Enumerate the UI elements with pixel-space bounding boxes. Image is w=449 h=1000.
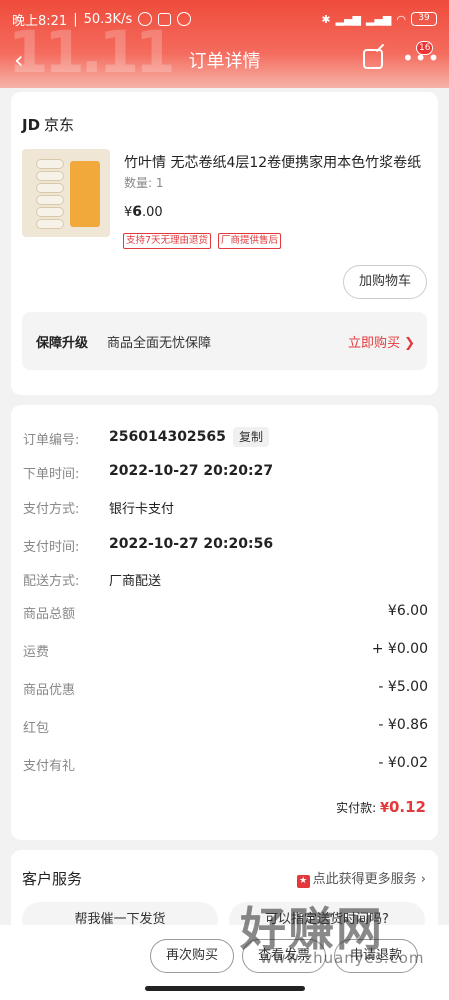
payment-method-value: 银行卡支付 bbox=[109, 502, 175, 517]
shop-label: 京东 bbox=[44, 116, 75, 134]
tag-return-policy: 支持7天无理由退货 bbox=[123, 233, 212, 249]
delivery-method-value: 厂商配送 bbox=[109, 574, 162, 589]
amount-label: 商品总额 bbox=[23, 607, 76, 622]
buy-again-button[interactable]: 再次购买 bbox=[150, 939, 234, 973]
product-name[interactable]: 竹叶情 无芯卷纸4层12卷便携家用本色竹浆卷纸 bbox=[124, 152, 421, 172]
amount-value: - ¥5.00 bbox=[378, 679, 428, 695]
share-icon[interactable] bbox=[363, 49, 383, 69]
order-time-row: 下单时间: 2022-10-27 20:20:27 bbox=[23, 463, 428, 485]
product-price: ¥6.00 bbox=[124, 204, 163, 220]
amount-value: + ¥0.00 bbox=[371, 641, 428, 657]
payment-method-label: 支付方式: bbox=[23, 502, 80, 517]
amount-row: 支付有礼 - ¥0.02 bbox=[23, 755, 428, 777]
amount-row: 红包 - ¥0.86 bbox=[23, 717, 428, 739]
paid-currency: ¥ bbox=[379, 801, 389, 816]
home-indicator[interactable] bbox=[145, 986, 305, 991]
battery-icon: 39 bbox=[411, 12, 437, 26]
nav-bar: ‹ 订单详情 ••• 16 bbox=[0, 40, 449, 80]
order-number-value: 256014302565 bbox=[109, 429, 226, 445]
order-time-label: 下单时间: bbox=[23, 467, 80, 482]
service-title: 客户服务 bbox=[22, 870, 83, 888]
order-info-card: 订单编号: 256014302565 复制 下单时间: 2022-10-27 2… bbox=[11, 405, 438, 840]
order-time-value: 2022-10-27 20:20:27 bbox=[109, 463, 274, 479]
product-image[interactable] bbox=[22, 149, 110, 237]
add-to-cart-button[interactable]: 加购物车 bbox=[343, 265, 427, 299]
bluetooth-icon: ✱ bbox=[321, 12, 331, 26]
app-notification-icon bbox=[158, 12, 172, 26]
signal-icon-2: ▂▄▆ bbox=[366, 12, 392, 26]
amount-row: 商品总额 ¥6.00 bbox=[23, 603, 428, 625]
payment-time-row: 支付时间: 2022-10-27 20:20:56 bbox=[23, 536, 428, 558]
service-star-icon: ★ bbox=[296, 875, 310, 888]
product-card: JD 京东 竹叶情 无芯卷纸4层12卷便携家用本色竹浆卷纸 数量: 1 ¥6.00… bbox=[11, 92, 438, 395]
protection-upgrade[interactable]: 保障升级 商品全面无忧保障 立即购买 ❯ bbox=[22, 312, 427, 370]
product-quantity: 数量: 1 bbox=[124, 176, 164, 190]
copy-button[interactable]: 复制 bbox=[233, 427, 270, 447]
status-bar: 晚上8:21 | 50.3K/s ✱ ▂▄▆ ▂▄▆ ◠ 39 bbox=[0, 0, 449, 38]
paid-value: 0.12 bbox=[388, 798, 426, 816]
tag-after-sales: 厂商提供售后 bbox=[218, 233, 282, 249]
wifi-icon: ◠ bbox=[396, 12, 406, 26]
header: 11.11 晚上8:21 | 50.3K/s ✱ ▂▄▆ ▂▄▆ ◠ 39 ‹ … bbox=[0, 0, 449, 88]
amount-value: ¥6.00 bbox=[387, 603, 428, 619]
signal-icon: ▂▄▆ bbox=[335, 12, 361, 26]
upgrade-value: 商品全面无忧保障 bbox=[107, 336, 212, 351]
upgrade-key: 保障升级 bbox=[36, 336, 89, 351]
order-number-row: 订单编号: 256014302565 复制 bbox=[23, 427, 428, 451]
paid-label: 实付款: bbox=[336, 801, 377, 815]
amount-row: 运费 + ¥0.00 bbox=[23, 641, 428, 663]
amount-label: 红包 bbox=[23, 721, 50, 736]
message-badge: 16 bbox=[416, 41, 434, 55]
status-time: 晚上8:21 bbox=[12, 13, 68, 29]
shop-logo: JD bbox=[22, 116, 41, 134]
shop-name[interactable]: JD 京东 bbox=[22, 114, 74, 135]
amount-label: 运费 bbox=[23, 645, 50, 660]
alarm-icon bbox=[138, 12, 153, 26]
site-watermark: 好赚网 www.zhuanyes.com bbox=[240, 902, 425, 967]
amount-value: - ¥0.02 bbox=[378, 755, 428, 771]
buy-now-link[interactable]: 立即购买 ❯ bbox=[348, 332, 415, 351]
back-icon[interactable]: ‹ bbox=[14, 46, 24, 74]
wechat-icon bbox=[177, 12, 192, 26]
product-package bbox=[70, 161, 100, 227]
paid-total: 实付款: ¥0.12 bbox=[336, 798, 426, 816]
amount-label: 支付有礼 bbox=[23, 759, 76, 774]
amount-label: 商品优惠 bbox=[23, 683, 76, 698]
amount-row: 商品优惠 - ¥5.00 bbox=[23, 679, 428, 701]
payment-time-value: 2022-10-27 20:20:56 bbox=[109, 536, 274, 552]
delivery-method-row: 配送方式: 厂商配送 bbox=[23, 570, 428, 592]
more-service-label: 点此获得更多服务 › bbox=[312, 872, 426, 887]
amount-value: - ¥0.86 bbox=[378, 717, 428, 733]
more-service-link[interactable]: ★ 点此获得更多服务 › bbox=[296, 868, 426, 888]
status-speed: 50.3K/s bbox=[83, 11, 133, 27]
delivery-method-label: 配送方式: bbox=[23, 574, 80, 589]
payment-method-row: 支付方式: 银行卡支付 bbox=[23, 498, 428, 520]
order-number-label: 订单编号: bbox=[23, 433, 80, 448]
payment-time-label: 支付时间: bbox=[23, 540, 80, 555]
